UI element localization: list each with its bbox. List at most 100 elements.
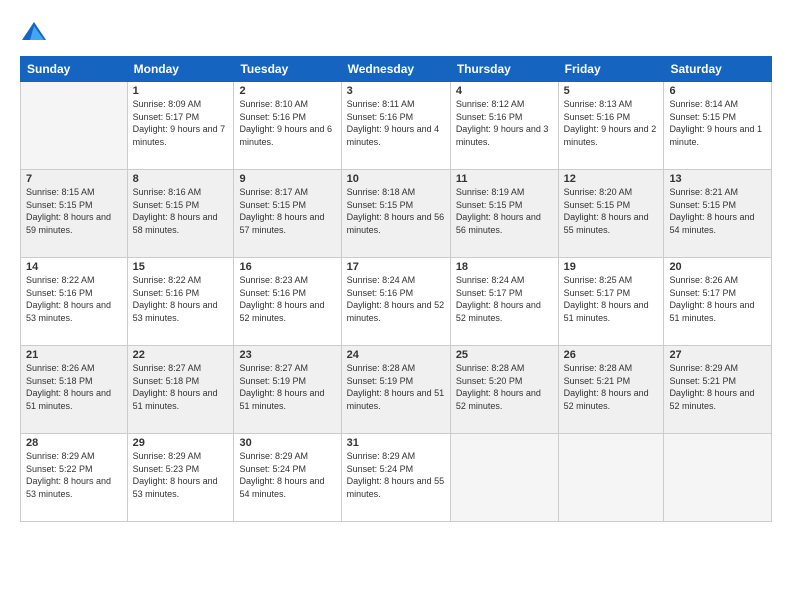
calendar-cell: 16Sunrise: 8:23 AMSunset: 5:16 PMDayligh… [234, 258, 341, 346]
day-info: Sunrise: 8:11 AMSunset: 5:16 PMDaylight:… [347, 98, 445, 148]
day-number: 14 [26, 261, 122, 273]
calendar-cell: 30Sunrise: 8:29 AMSunset: 5:24 PMDayligh… [234, 434, 341, 522]
calendar-cell: 31Sunrise: 8:29 AMSunset: 5:24 PMDayligh… [341, 434, 450, 522]
day-number: 11 [456, 173, 553, 185]
day-number: 28 [26, 437, 122, 449]
day-info: Sunrise: 8:16 AMSunset: 5:15 PMDaylight:… [133, 186, 229, 236]
day-info: Sunrise: 8:29 AMSunset: 5:24 PMDaylight:… [347, 450, 445, 500]
calendar-cell: 8Sunrise: 8:16 AMSunset: 5:15 PMDaylight… [127, 170, 234, 258]
day-number: 16 [239, 261, 335, 273]
calendar-week-row: 1Sunrise: 8:09 AMSunset: 5:17 PMDaylight… [21, 82, 772, 170]
calendar-cell: 22Sunrise: 8:27 AMSunset: 5:18 PMDayligh… [127, 346, 234, 434]
calendar-cell: 27Sunrise: 8:29 AMSunset: 5:21 PMDayligh… [664, 346, 772, 434]
day-info: Sunrise: 8:24 AMSunset: 5:17 PMDaylight:… [456, 274, 553, 324]
calendar-table: SundayMondayTuesdayWednesdayThursdayFrid… [20, 56, 772, 522]
day-info: Sunrise: 8:10 AMSunset: 5:16 PMDaylight:… [239, 98, 335, 148]
day-info: Sunrise: 8:27 AMSunset: 5:19 PMDaylight:… [239, 362, 335, 412]
day-info: Sunrise: 8:29 AMSunset: 5:21 PMDaylight:… [669, 362, 766, 412]
day-number: 17 [347, 261, 445, 273]
calendar-cell: 2Sunrise: 8:10 AMSunset: 5:16 PMDaylight… [234, 82, 341, 170]
calendar-cell: 17Sunrise: 8:24 AMSunset: 5:16 PMDayligh… [341, 258, 450, 346]
day-number: 19 [564, 261, 659, 273]
day-number: 3 [347, 85, 445, 97]
day-number: 26 [564, 349, 659, 361]
day-info: Sunrise: 8:20 AMSunset: 5:15 PMDaylight:… [564, 186, 659, 236]
day-info: Sunrise: 8:26 AMSunset: 5:17 PMDaylight:… [669, 274, 766, 324]
calendar-week-row: 14Sunrise: 8:22 AMSunset: 5:16 PMDayligh… [21, 258, 772, 346]
day-number: 20 [669, 261, 766, 273]
day-header-wednesday: Wednesday [341, 57, 450, 82]
day-info: Sunrise: 8:24 AMSunset: 5:16 PMDaylight:… [347, 274, 445, 324]
day-info: Sunrise: 8:28 AMSunset: 5:20 PMDaylight:… [456, 362, 553, 412]
calendar-cell: 10Sunrise: 8:18 AMSunset: 5:15 PMDayligh… [341, 170, 450, 258]
day-header-saturday: Saturday [664, 57, 772, 82]
day-header-friday: Friday [558, 57, 664, 82]
calendar-cell: 5Sunrise: 8:13 AMSunset: 5:16 PMDaylight… [558, 82, 664, 170]
day-header-thursday: Thursday [450, 57, 558, 82]
calendar-cell: 26Sunrise: 8:28 AMSunset: 5:21 PMDayligh… [558, 346, 664, 434]
day-number: 4 [456, 85, 553, 97]
calendar-cell: 25Sunrise: 8:28 AMSunset: 5:20 PMDayligh… [450, 346, 558, 434]
day-info: Sunrise: 8:13 AMSunset: 5:16 PMDaylight:… [564, 98, 659, 148]
calendar-cell [558, 434, 664, 522]
day-info: Sunrise: 8:26 AMSunset: 5:18 PMDaylight:… [26, 362, 122, 412]
calendar-cell: 29Sunrise: 8:29 AMSunset: 5:23 PMDayligh… [127, 434, 234, 522]
calendar-cell: 18Sunrise: 8:24 AMSunset: 5:17 PMDayligh… [450, 258, 558, 346]
logo [20, 18, 52, 46]
logo-icon [20, 18, 48, 46]
calendar-cell: 4Sunrise: 8:12 AMSunset: 5:16 PMDaylight… [450, 82, 558, 170]
day-number: 24 [347, 349, 445, 361]
day-info: Sunrise: 8:19 AMSunset: 5:15 PMDaylight:… [456, 186, 553, 236]
day-info: Sunrise: 8:22 AMSunset: 5:16 PMDaylight:… [26, 274, 122, 324]
calendar-cell: 23Sunrise: 8:27 AMSunset: 5:19 PMDayligh… [234, 346, 341, 434]
day-info: Sunrise: 8:17 AMSunset: 5:15 PMDaylight:… [239, 186, 335, 236]
calendar-cell: 3Sunrise: 8:11 AMSunset: 5:16 PMDaylight… [341, 82, 450, 170]
day-info: Sunrise: 8:12 AMSunset: 5:16 PMDaylight:… [456, 98, 553, 148]
day-number: 9 [239, 173, 335, 185]
calendar-cell: 1Sunrise: 8:09 AMSunset: 5:17 PMDaylight… [127, 82, 234, 170]
day-number: 8 [133, 173, 229, 185]
day-number: 30 [239, 437, 335, 449]
calendar-cell: 9Sunrise: 8:17 AMSunset: 5:15 PMDaylight… [234, 170, 341, 258]
day-number: 12 [564, 173, 659, 185]
day-number: 25 [456, 349, 553, 361]
calendar-cell: 12Sunrise: 8:20 AMSunset: 5:15 PMDayligh… [558, 170, 664, 258]
calendar-cell: 11Sunrise: 8:19 AMSunset: 5:15 PMDayligh… [450, 170, 558, 258]
header [20, 18, 772, 46]
day-number: 6 [669, 85, 766, 97]
calendar-cell: 15Sunrise: 8:22 AMSunset: 5:16 PMDayligh… [127, 258, 234, 346]
day-info: Sunrise: 8:25 AMSunset: 5:17 PMDaylight:… [564, 274, 659, 324]
day-number: 31 [347, 437, 445, 449]
day-info: Sunrise: 8:28 AMSunset: 5:21 PMDaylight:… [564, 362, 659, 412]
day-info: Sunrise: 8:22 AMSunset: 5:16 PMDaylight:… [133, 274, 229, 324]
calendar-week-row: 21Sunrise: 8:26 AMSunset: 5:18 PMDayligh… [21, 346, 772, 434]
day-number: 10 [347, 173, 445, 185]
day-number: 21 [26, 349, 122, 361]
calendar-cell: 21Sunrise: 8:26 AMSunset: 5:18 PMDayligh… [21, 346, 128, 434]
day-info: Sunrise: 8:23 AMSunset: 5:16 PMDaylight:… [239, 274, 335, 324]
calendar-cell: 7Sunrise: 8:15 AMSunset: 5:15 PMDaylight… [21, 170, 128, 258]
calendar-header-row: SundayMondayTuesdayWednesdayThursdayFrid… [21, 57, 772, 82]
calendar-cell: 14Sunrise: 8:22 AMSunset: 5:16 PMDayligh… [21, 258, 128, 346]
day-info: Sunrise: 8:29 AMSunset: 5:24 PMDaylight:… [239, 450, 335, 500]
day-info: Sunrise: 8:14 AMSunset: 5:15 PMDaylight:… [669, 98, 766, 148]
day-number: 7 [26, 173, 122, 185]
day-number: 23 [239, 349, 335, 361]
calendar-cell: 6Sunrise: 8:14 AMSunset: 5:15 PMDaylight… [664, 82, 772, 170]
day-header-monday: Monday [127, 57, 234, 82]
day-number: 15 [133, 261, 229, 273]
calendar-week-row: 7Sunrise: 8:15 AMSunset: 5:15 PMDaylight… [21, 170, 772, 258]
day-number: 18 [456, 261, 553, 273]
day-number: 27 [669, 349, 766, 361]
calendar-cell [450, 434, 558, 522]
calendar-week-row: 28Sunrise: 8:29 AMSunset: 5:22 PMDayligh… [21, 434, 772, 522]
day-info: Sunrise: 8:21 AMSunset: 5:15 PMDaylight:… [669, 186, 766, 236]
day-number: 22 [133, 349, 229, 361]
day-number: 29 [133, 437, 229, 449]
day-info: Sunrise: 8:27 AMSunset: 5:18 PMDaylight:… [133, 362, 229, 412]
day-header-tuesday: Tuesday [234, 57, 341, 82]
day-info: Sunrise: 8:15 AMSunset: 5:15 PMDaylight:… [26, 186, 122, 236]
page: SundayMondayTuesdayWednesdayThursdayFrid… [0, 0, 792, 612]
calendar-cell: 13Sunrise: 8:21 AMSunset: 5:15 PMDayligh… [664, 170, 772, 258]
calendar-cell: 19Sunrise: 8:25 AMSunset: 5:17 PMDayligh… [558, 258, 664, 346]
